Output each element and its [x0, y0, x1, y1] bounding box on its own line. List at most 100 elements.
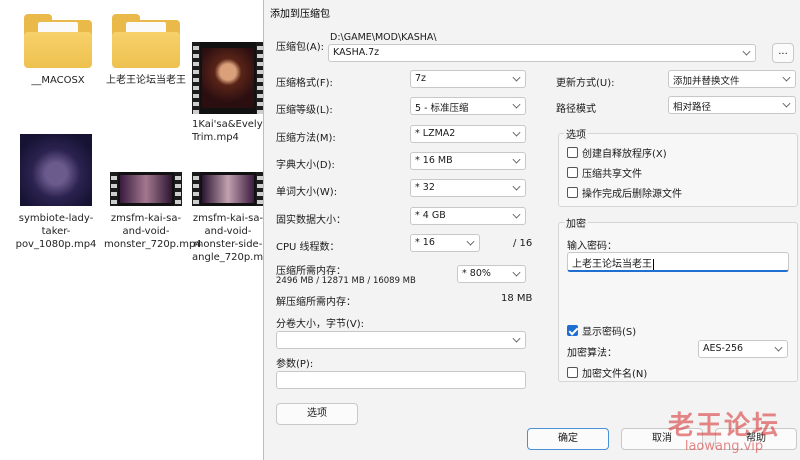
add-to-archive-dialog: 添加到压缩包 压缩包(A): D:\GAME\MOD\KASHA\ KASHA.…	[263, 0, 800, 460]
delete-label: 操作完成后删除源文件	[582, 189, 682, 200]
file-label: 1Kai'sa&Evelyn Trim.mp4	[192, 119, 264, 143]
chevron-down-icon	[512, 268, 521, 277]
encrypt-names-label: 加密文件名(N)	[582, 369, 648, 380]
checkbox-checked-icon	[567, 325, 578, 336]
archive-path: D:\GAME\MOD\KASHA\	[330, 32, 437, 43]
path-mode-value: 相对路径	[673, 102, 712, 113]
password-input[interactable]: 上老王论坛当老王	[567, 252, 789, 272]
video-thumbnail-icon	[192, 42, 264, 114]
format-value: 7z	[415, 73, 427, 84]
explorer-item-macosx[interactable]: __MACOSX	[16, 14, 100, 87]
chevron-down-icon	[512, 128, 521, 137]
archive-label: 压缩包(A):	[276, 42, 325, 53]
dict-select[interactable]: * 16 MB	[410, 152, 526, 170]
explorer-item-folder[interactable]: 上老王论坛当老王	[104, 14, 188, 87]
algorithm-select[interactable]: AES-256	[698, 340, 788, 358]
format-select[interactable]: 7z	[410, 70, 526, 88]
help-button[interactable]: 帮助	[715, 428, 797, 450]
chevron-down-icon	[512, 210, 521, 219]
word-select[interactable]: * 32	[410, 179, 526, 197]
solid-value: * 4 GB	[415, 210, 446, 221]
chevron-down-icon	[512, 182, 521, 191]
delete-checkbox[interactable]: 操作完成后删除源文件	[567, 185, 682, 200]
threads-total: / 16	[513, 238, 533, 249]
update-select[interactable]: 添加并替换文件	[668, 70, 796, 88]
show-password-label: 显示密码(S)	[582, 327, 637, 338]
solid-label: 固实数据大小：	[276, 215, 346, 226]
threads-label: CPU 线程数：	[276, 242, 340, 253]
archive-name-value: KASHA.7z	[333, 47, 380, 58]
format-label: 压缩格式(F):	[276, 78, 333, 89]
options-button[interactable]: 选项	[276, 403, 358, 425]
mem-value: * 80%	[462, 268, 491, 279]
folder-icon	[24, 14, 92, 68]
algorithm-label: 加密算法：	[567, 348, 617, 359]
sfx-checkbox[interactable]: 创建自释放程序(X)	[567, 145, 667, 160]
algorithm-value: AES-256	[703, 343, 744, 354]
explorer-item-video-1[interactable]: 1Kai'sa&Evelyn Trim.mp4	[192, 42, 264, 144]
sfx-label: 创建自释放程序(X)	[582, 149, 667, 160]
file-label: zmsfm-kai-sa-and-void-monster-side-angle…	[192, 213, 264, 263]
method-label: 压缩方法(M):	[276, 133, 336, 144]
update-value: 添加并替换文件	[673, 76, 740, 87]
threads-select[interactable]: * 16	[410, 234, 480, 252]
video-thumbnail-icon	[192, 172, 264, 206]
chevron-down-icon	[774, 343, 783, 352]
dialog-title: 添加到压缩包	[270, 9, 330, 20]
file-label: __MACOSX	[31, 75, 85, 86]
checkbox-icon	[567, 367, 578, 378]
chevron-down-icon	[742, 47, 751, 56]
chevron-down-icon	[512, 334, 521, 343]
path-mode-select[interactable]: 相对路径	[668, 96, 796, 114]
word-value: * 32	[415, 182, 435, 193]
word-label: 单词大小(W):	[276, 187, 338, 198]
folder-icon	[112, 14, 180, 68]
video-thumbnail-icon	[20, 134, 92, 206]
solid-select[interactable]: * 4 GB	[410, 207, 526, 225]
level-select[interactable]: 5 - 标准压缩	[410, 97, 526, 115]
threads-value: * 16	[415, 237, 435, 248]
chevron-down-icon	[782, 73, 791, 82]
cancel-button[interactable]: 取消	[621, 428, 703, 450]
chevron-down-icon	[512, 155, 521, 164]
params-label: 参数(P):	[276, 359, 314, 370]
file-label: symbiote-lady-taker-pov_1080p.mp4	[15, 213, 97, 250]
explorer-item-video-4[interactable]: zmsfm-kai-sa-and-void-monster-side-angle…	[192, 172, 264, 264]
file-label: zmsfm-kai-sa-and-void-monster_720p.mp4	[104, 213, 202, 250]
archive-name-combo[interactable]: KASHA.7z	[328, 44, 756, 62]
update-label: 更新方式(U):	[556, 78, 615, 89]
browse-button[interactable]: ...	[772, 43, 794, 63]
checkbox-icon	[567, 147, 578, 158]
chevron-down-icon	[512, 73, 521, 82]
show-password-checkbox[interactable]: 显示密码(S)	[567, 323, 636, 338]
options-group-title: 选项	[564, 126, 588, 141]
params-input[interactable]	[276, 371, 526, 389]
explorer-item-video-3[interactable]: zmsfm-kai-sa-and-void-monster_720p.mp4	[104, 172, 202, 251]
shared-label: 压缩共享文件	[582, 169, 642, 180]
ok-button[interactable]: 确定	[527, 428, 609, 450]
method-select[interactable]: * LZMA2	[410, 125, 526, 143]
checkbox-icon	[567, 187, 578, 198]
chevron-down-icon	[466, 237, 475, 246]
method-value: * LZMA2	[415, 128, 456, 139]
encrypt-names-checkbox[interactable]: 加密文件名(N)	[567, 365, 647, 380]
path-mode-label: 路径模式	[556, 104, 596, 115]
mem-detail: 2496 MB / 12871 MB / 16089 MB	[276, 276, 416, 286]
shared-checkbox[interactable]: 压缩共享文件	[567, 165, 642, 180]
password-value: 上老王论坛当老王	[572, 259, 652, 270]
dict-value: * 16 MB	[415, 155, 453, 166]
level-label: 压缩等级(L):	[276, 105, 333, 116]
decomp-value: 18 MB	[501, 293, 533, 304]
video-thumbnail-icon	[110, 172, 182, 206]
mem-select[interactable]: * 80%	[457, 265, 526, 283]
chevron-down-icon	[782, 99, 791, 108]
checkbox-icon	[567, 167, 578, 178]
split-label: 分卷大小，字节(V):	[276, 319, 365, 330]
split-select[interactable]	[276, 331, 526, 349]
explorer-item-video-2[interactable]: symbiote-lady-taker-pov_1080p.mp4	[14, 134, 98, 251]
dict-label: 字典大小(D):	[276, 160, 335, 171]
encryption-group-title: 加密	[564, 215, 588, 230]
decomp-label: 解压缩所需内存：	[276, 297, 356, 308]
chevron-down-icon	[512, 100, 521, 109]
file-label: 上老王论坛当老王	[106, 75, 186, 86]
